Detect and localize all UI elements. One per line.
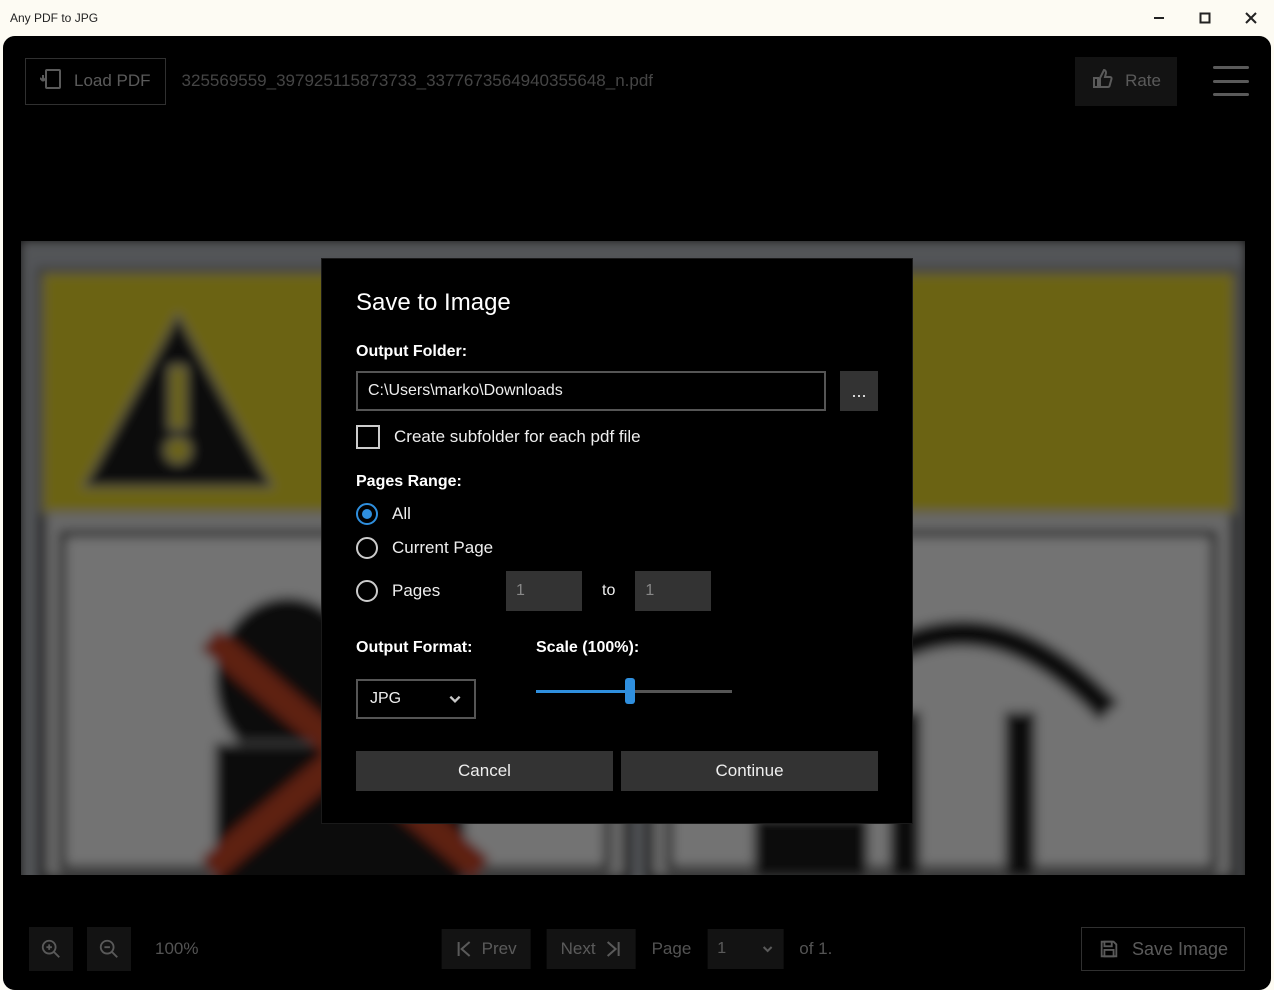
app-frame: Load PDF 325569559_397925115873733_33776… bbox=[3, 36, 1271, 990]
continue-button[interactable]: Continue bbox=[621, 751, 878, 791]
output-folder-input[interactable] bbox=[356, 371, 826, 411]
window-title: Any PDF to JPG bbox=[10, 11, 98, 25]
pages-to-label: to bbox=[602, 582, 615, 600]
slider-fill bbox=[536, 690, 630, 693]
dialog-title: Save to Image bbox=[356, 289, 878, 317]
maximize-button[interactable] bbox=[1182, 0, 1228, 36]
pages-to-input[interactable] bbox=[635, 571, 711, 611]
output-format-select[interactable]: JPG bbox=[356, 679, 476, 719]
scale-slider[interactable] bbox=[536, 679, 732, 703]
window-controls bbox=[1136, 0, 1274, 36]
create-subfolder-checkbox[interactable] bbox=[356, 425, 380, 449]
titlebar: Any PDF to JPG bbox=[0, 0, 1274, 36]
minimize-button[interactable] bbox=[1136, 0, 1182, 36]
radio-all-label: All bbox=[392, 504, 411, 524]
browse-button[interactable]: ... bbox=[840, 371, 878, 411]
radio-current-page[interactable] bbox=[356, 537, 378, 559]
output-format-label: Output Format: bbox=[356, 639, 476, 657]
close-button[interactable] bbox=[1228, 0, 1274, 36]
slider-thumb[interactable] bbox=[625, 678, 635, 704]
scale-label: Scale (100%): bbox=[536, 639, 732, 657]
cancel-button[interactable]: Cancel bbox=[356, 751, 613, 791]
pages-from-input[interactable] bbox=[506, 571, 582, 611]
save-to-image-dialog: Save to Image Output Folder: ... Create … bbox=[321, 258, 913, 824]
radio-pages[interactable] bbox=[356, 580, 378, 602]
radio-current-label: Current Page bbox=[392, 538, 493, 558]
output-folder-label: Output Folder: bbox=[356, 343, 878, 361]
pages-range-label: Pages Range: bbox=[356, 473, 878, 491]
format-value: JPG bbox=[370, 690, 401, 708]
radio-pages-label: Pages bbox=[392, 581, 492, 601]
radio-all[interactable] bbox=[356, 503, 378, 525]
create-subfolder-label: Create subfolder for each pdf file bbox=[394, 427, 641, 447]
chevron-down-icon bbox=[448, 692, 462, 706]
